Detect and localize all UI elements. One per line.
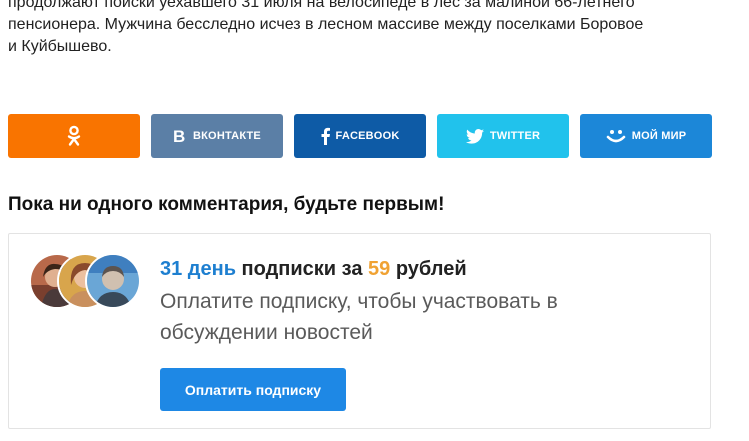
promo-title-middle: подписки за xyxy=(236,258,369,280)
promo-price: 59 xyxy=(368,258,391,280)
article-line-3: и Куйбышево. xyxy=(8,38,112,55)
promo-days: 31 день xyxy=(160,258,236,280)
promo-title: 31 день подписки за 59 рублей xyxy=(160,258,467,281)
promo-desc-line-1: Оплатите подписку, чтобы участвовать в xyxy=(160,290,558,313)
page: продолжают поиски уехавшего 31 июля на в… xyxy=(0,0,749,441)
article-line-1: продолжают поиски уехавшего 31 июля на в… xyxy=(8,0,635,11)
odnoklassniki-icon xyxy=(67,125,81,147)
share-label-facebook: FACEBOOK xyxy=(335,130,400,142)
promo-description: Оплатите подписку, чтобы участвовать в о… xyxy=(160,286,660,348)
avatar-group xyxy=(29,253,141,309)
article-text: продолжают поиски уехавшего 31 июля на в… xyxy=(8,0,708,58)
promo-title-end: рублей xyxy=(390,258,467,280)
subscription-promo: 31 день подписки за 59 рублей Оплатите п… xyxy=(8,233,711,429)
share-label-moimir: МОЙ МИР xyxy=(631,130,687,142)
pay-subscription-button[interactable]: Оплатить подписку xyxy=(160,368,346,411)
twitter-icon xyxy=(465,128,484,144)
moimir-icon xyxy=(606,128,626,144)
share-button-ok[interactable] xyxy=(8,114,140,158)
article-line-2: пенсионера. Мужчина бесследно исчез в ле… xyxy=(8,16,644,33)
share-button-facebook[interactable]: FACEBOOK xyxy=(294,114,426,158)
share-button-twitter[interactable]: TWITTER xyxy=(437,114,569,158)
share-button-moimir[interactable]: МОЙ МИР xyxy=(580,114,712,158)
promo-desc-line-2: обсуждении новостей xyxy=(160,321,373,344)
share-buttons: B ВКОНТАКТЕ FACEBOOK TWITTER МОЙ МИР xyxy=(8,114,712,158)
vk-icon: B xyxy=(173,128,187,144)
share-label-twitter: TWITTER xyxy=(489,130,541,142)
svg-text:B: B xyxy=(173,128,185,144)
share-button-vk[interactable]: B ВКОНТАКТЕ xyxy=(151,114,283,158)
facebook-icon xyxy=(321,127,330,145)
avatar xyxy=(85,253,141,309)
share-label-vk: ВКОНТАКТЕ xyxy=(193,130,261,142)
comments-heading: Пока ни одного комментария, будьте первы… xyxy=(8,194,445,215)
